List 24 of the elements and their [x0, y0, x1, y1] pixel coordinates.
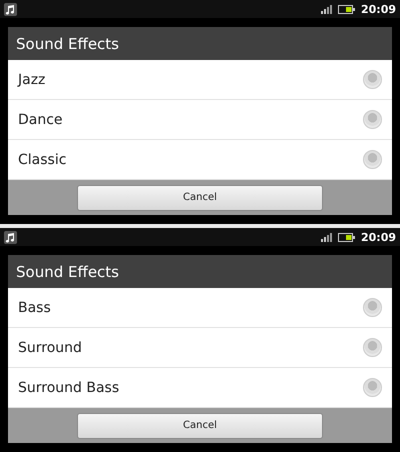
option-label[interactable]: Surround: [18, 340, 363, 356]
option-label[interactable]: Bass: [18, 300, 363, 316]
dialog-title: Sound Effects: [8, 255, 392, 288]
radio-button[interactable]: [363, 298, 382, 317]
music-note-icon: [4, 2, 17, 16]
status-time: 20:09: [360, 230, 396, 244]
option-label[interactable]: Classic: [18, 152, 363, 168]
radio-button[interactable]: [363, 150, 382, 169]
radio-button[interactable]: [363, 110, 382, 129]
dialog-title: Sound Effects: [8, 27, 392, 60]
battery-icon: [338, 232, 355, 242]
radio-button[interactable]: [363, 378, 382, 397]
option-label[interactable]: Surround Bass: [18, 380, 363, 396]
signal-icon: [320, 4, 332, 14]
cancel-button[interactable]: Cancel: [77, 184, 323, 210]
option-label[interactable]: Jazz: [18, 72, 363, 88]
option-label[interactable]: Dance: [18, 112, 363, 128]
music-note-icon: [4, 230, 17, 244]
signal-icon: [320, 232, 332, 242]
cancel-button[interactable]: Cancel: [77, 412, 323, 438]
status-time: 20:09: [360, 2, 396, 16]
radio-button[interactable]: [363, 70, 382, 89]
radio-button[interactable]: [363, 338, 382, 357]
battery-icon: [338, 4, 355, 14]
